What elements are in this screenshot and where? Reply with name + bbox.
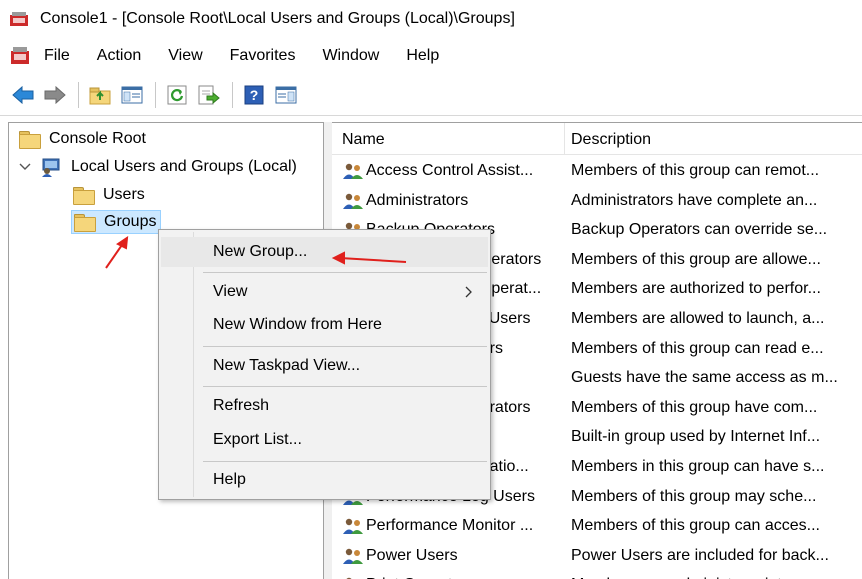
row-name: Power Users: [366, 546, 458, 564]
export-list-icon[interactable]: [196, 82, 222, 108]
toolbar-separator: [78, 81, 79, 108]
menu-favorites[interactable]: Favorites: [230, 47, 296, 65]
row-description: Guests have the same access as m...: [571, 369, 838, 387]
context-menu-refresh[interactable]: Refresh: [161, 391, 488, 421]
context-menu-new-taskpad-view[interactable]: New Taskpad View...: [161, 351, 488, 381]
menu-separator: [203, 346, 487, 347]
menu-item-label: View: [213, 283, 248, 300]
up-folder-icon[interactable]: [87, 82, 113, 108]
tree-node-label: Groups: [104, 213, 157, 230]
tree-node-label: Console Root: [49, 130, 146, 147]
toolbar: ?: [0, 74, 862, 116]
menu-bar: File Action View Favorites Window Help: [0, 38, 862, 74]
group-icon: [342, 547, 364, 565]
back-icon[interactable]: [10, 82, 36, 108]
row-description: Members of this group may sche...: [571, 487, 817, 505]
submenu-arrow-icon: [465, 285, 472, 298]
tree-node-groups[interactable]: Groups: [71, 210, 162, 234]
show-hide-tree-icon[interactable]: [119, 82, 145, 108]
row-description: Members of this group have com...: [571, 398, 818, 416]
row-name: Performance Monitor ...: [366, 517, 534, 535]
tree-node-label: Users: [103, 186, 145, 203]
group-icon: [342, 517, 364, 535]
context-menu-help[interactable]: Help: [161, 465, 488, 495]
row-description: Power Users are included for back...: [571, 546, 829, 564]
row-description: Members of this group can remot...: [571, 162, 820, 179]
menu-file[interactable]: File: [44, 47, 70, 65]
window-title: Console1 - [Console Root\Local Users and…: [40, 10, 515, 27]
menu-help[interactable]: Help: [406, 47, 439, 65]
users-groups-icon: [41, 157, 63, 177]
menu-separator: [203, 461, 487, 462]
menu-separator: [203, 386, 487, 387]
toolbar-separator: [155, 81, 156, 108]
menu-separator: [203, 272, 487, 273]
tree-node-console-root[interactable]: Console Root: [19, 127, 146, 151]
row-description: Members of this group are allowe...: [571, 250, 821, 268]
table-row[interactable]: Performance Monitor ... Members of this g…: [332, 511, 862, 541]
row-description: Members in this group can have s...: [571, 458, 825, 475]
row-description: Members of this group can acces...: [571, 517, 820, 535]
context-menu-view[interactable]: View: [161, 277, 488, 307]
title-bar: Console1 - [Console Root\Local Users and…: [0, 0, 862, 38]
system-menu-icon[interactable]: [10, 46, 30, 66]
group-icon: [342, 192, 364, 210]
forward-icon[interactable]: [42, 82, 68, 108]
folder-icon: [74, 214, 96, 232]
table-row[interactable]: Administrators Administrators have comple…: [332, 186, 862, 216]
tree-node-label: Local Users and Groups (Local): [71, 158, 297, 175]
help-icon[interactable]: ?: [241, 82, 267, 108]
table-row[interactable]: Power Users Power Users are included for …: [332, 541, 862, 571]
row-description: Members are allowed to launch, a...: [571, 310, 825, 327]
refresh-icon[interactable]: [164, 82, 190, 108]
row-description: Built-in group used by Internet Inf...: [571, 428, 821, 446]
menu-view[interactable]: View: [168, 47, 202, 65]
folder-icon: [73, 187, 95, 205]
group-icon: [342, 162, 364, 180]
context-menu-new-group[interactable]: New Group...: [161, 237, 488, 267]
row-description: Members are authorized to perfor...: [571, 280, 821, 298]
row-description: Administrators have complete an...: [571, 191, 818, 209]
list-header: Name Description: [332, 123, 862, 155]
column-header-description[interactable]: Description: [571, 131, 651, 149]
menu-window[interactable]: Window: [322, 47, 379, 65]
toolbar-separator: [232, 81, 233, 108]
column-header-name[interactable]: Name: [342, 131, 385, 149]
table-row[interactable]: Access Control Assist... Members of this …: [332, 156, 862, 186]
row-description: Backup Operators can override se...: [571, 221, 828, 239]
folder-icon: [19, 131, 41, 149]
row-name: Administrators: [366, 191, 469, 209]
context-menu-new-window-from-here[interactable]: New Window from Here: [161, 310, 488, 340]
chevron-down-icon[interactable]: [19, 158, 33, 176]
row-description: Members of this group can read e...: [571, 339, 824, 357]
svg-text:?: ?: [250, 87, 259, 103]
context-menu: New Group... View New Window from Here N…: [158, 229, 491, 500]
context-menu-export-list[interactable]: Export List...: [161, 425, 488, 455]
tree-node-users[interactable]: Users: [73, 183, 145, 207]
tree-node-local-users-and-groups[interactable]: Local Users and Groups (Local): [19, 155, 297, 179]
row-name: Access Control Assist...: [366, 162, 534, 179]
menu-action[interactable]: Action: [97, 47, 141, 65]
show-hide-action-pane-icon[interactable]: [273, 82, 299, 108]
mmc-app-icon: [10, 12, 28, 26]
column-divider[interactable]: [564, 123, 565, 155]
table-row[interactable]: Print OperatorsMembers can administer pr…: [332, 570, 862, 579]
